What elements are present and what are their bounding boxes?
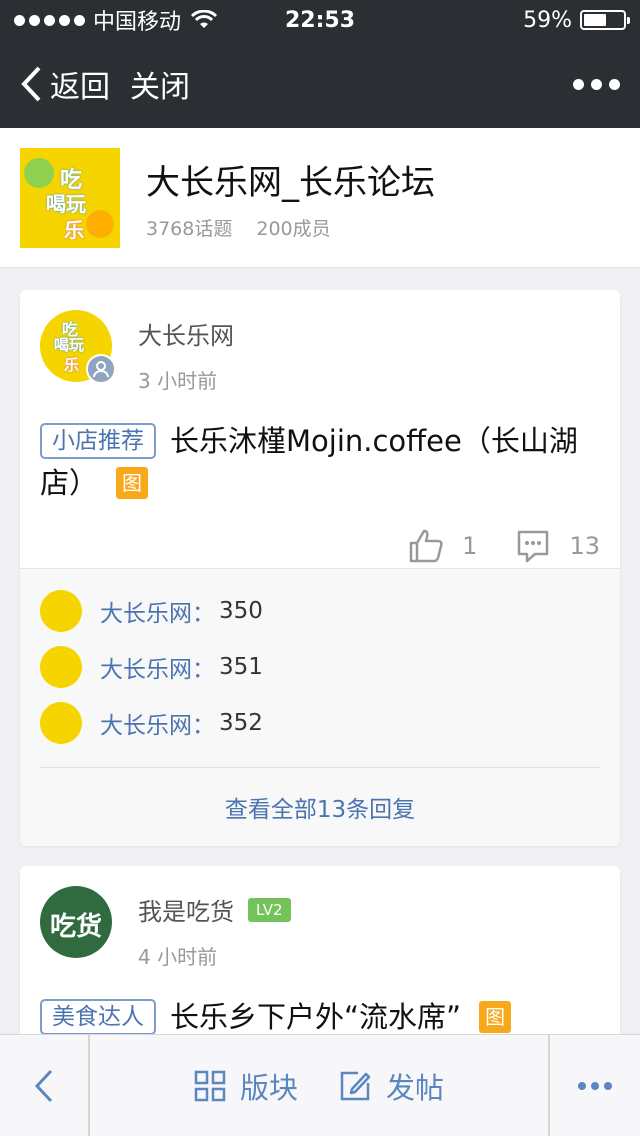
toolbar-more-button[interactable]: [548, 1035, 640, 1136]
reply-author[interactable]: 大长乐网：: [100, 594, 215, 628]
avatar-logo-text: 乐: [64, 356, 80, 374]
sections-button[interactable]: 版块: [194, 1065, 298, 1107]
forum-stats: 3768话题 200成员: [146, 214, 435, 241]
reply-list: 大长乐网： 350 大长乐网： 351 大长乐网： 352 查看全部13条回复: [20, 568, 620, 846]
post-time: 4 小时前: [138, 945, 218, 969]
reply-text: 351: [219, 654, 263, 680]
back-button[interactable]: 返回: [20, 62, 110, 106]
close-button[interactable]: 关闭: [130, 62, 190, 106]
image-badge: 图: [116, 467, 149, 499]
post-actions: 1 13: [20, 504, 620, 576]
comment-button[interactable]: 13: [515, 528, 600, 564]
level-badge: LV2: [248, 897, 291, 922]
smiley-icon: [86, 209, 114, 238]
logo-text-2: 喝玩: [46, 191, 86, 216]
reply-item[interactable]: 大长乐网： 350: [20, 583, 620, 639]
bottom-toolbar: 版块 发帖: [0, 1034, 640, 1136]
reply-text: 352: [219, 710, 263, 736]
edit-icon: [340, 1071, 371, 1100]
like-button[interactable]: 1: [408, 528, 477, 564]
reply-author[interactable]: 大长乐网：: [100, 650, 215, 684]
forum-title: 大长乐网_长乐论坛: [146, 162, 435, 203]
member-count: 200成员: [256, 217, 331, 240]
post-title[interactable]: 美食达人 长乐乡下户外“流水席” 图: [20, 996, 620, 1038]
avatar: [40, 646, 82, 688]
avatar[interactable]: 吃 喝玩 乐: [40, 310, 116, 384]
toolbar-back-button[interactable]: [0, 1035, 90, 1136]
reply-item[interactable]: 大长乐网： 351: [20, 639, 620, 695]
user-icon: [86, 354, 116, 384]
post-time: 3 小时前: [138, 369, 218, 393]
forum-logo[interactable]: 吃 喝玩 乐: [20, 147, 120, 248]
more-options-button[interactable]: [573, 78, 620, 90]
image-badge: 图: [479, 1001, 512, 1033]
author-name[interactable]: 大长乐网: [138, 316, 234, 351]
post-tag[interactable]: 美食达人: [40, 999, 156, 1035]
back-label: 返回: [50, 70, 110, 105]
post-title-text: 长乐乡下户外“流水席”: [170, 1000, 462, 1034]
avatar: [40, 590, 82, 632]
chevron-left-icon: [21, 66, 41, 102]
avatar-logo-text: 喝玩: [54, 336, 85, 354]
comment-icon: [518, 530, 549, 563]
post-card[interactable]: 吃 喝玩 乐 大长乐网 3 小时前 小店推荐 长乐沐槿Mojin.coffee（长…: [20, 290, 620, 846]
new-post-label: 发帖: [386, 1070, 445, 1105]
view-all-replies-link[interactable]: 查看全部13条回复: [40, 767, 600, 824]
post-title[interactable]: 小店推荐 长乐沐槿Mojin.coffee（长山湖店）图: [20, 420, 620, 504]
battery-icon: [580, 10, 630, 30]
comment-count: 13: [569, 532, 600, 560]
like-count: 1: [462, 532, 478, 560]
clock: 22:53: [284, 7, 356, 33]
forum-header: 吃 喝玩 乐 大长乐网_长乐论坛 3768话题 200成员: [0, 128, 640, 268]
top-bar: 中国移动 22:53 59% 返回 关闭: [0, 0, 640, 128]
status-bar: 中国移动 22:53 59%: [0, 0, 640, 40]
thumbs-up-icon: [409, 529, 443, 563]
avatar: [40, 702, 82, 744]
sections-label: 版块: [239, 1070, 298, 1105]
new-post-button[interactable]: 发帖: [338, 1065, 444, 1107]
topic-count: 3768话题: [146, 217, 233, 240]
nav-bar: 返回 关闭: [0, 40, 640, 128]
avatar[interactable]: 吃货: [40, 886, 112, 958]
post-tag[interactable]: 小店推荐: [40, 423, 156, 459]
smiley-icon: [24, 157, 54, 188]
chevron-left-icon: [34, 1069, 53, 1102]
avatar-text: 吃货: [49, 912, 102, 942]
grid-icon: [194, 1070, 226, 1101]
logo-text-3: 乐: [64, 217, 84, 242]
author-name[interactable]: 我是吃货: [138, 892, 234, 927]
reply-text: 350: [219, 598, 263, 624]
reply-author[interactable]: 大长乐网：: [100, 706, 215, 740]
reply-item[interactable]: 大长乐网： 352: [20, 695, 620, 751]
